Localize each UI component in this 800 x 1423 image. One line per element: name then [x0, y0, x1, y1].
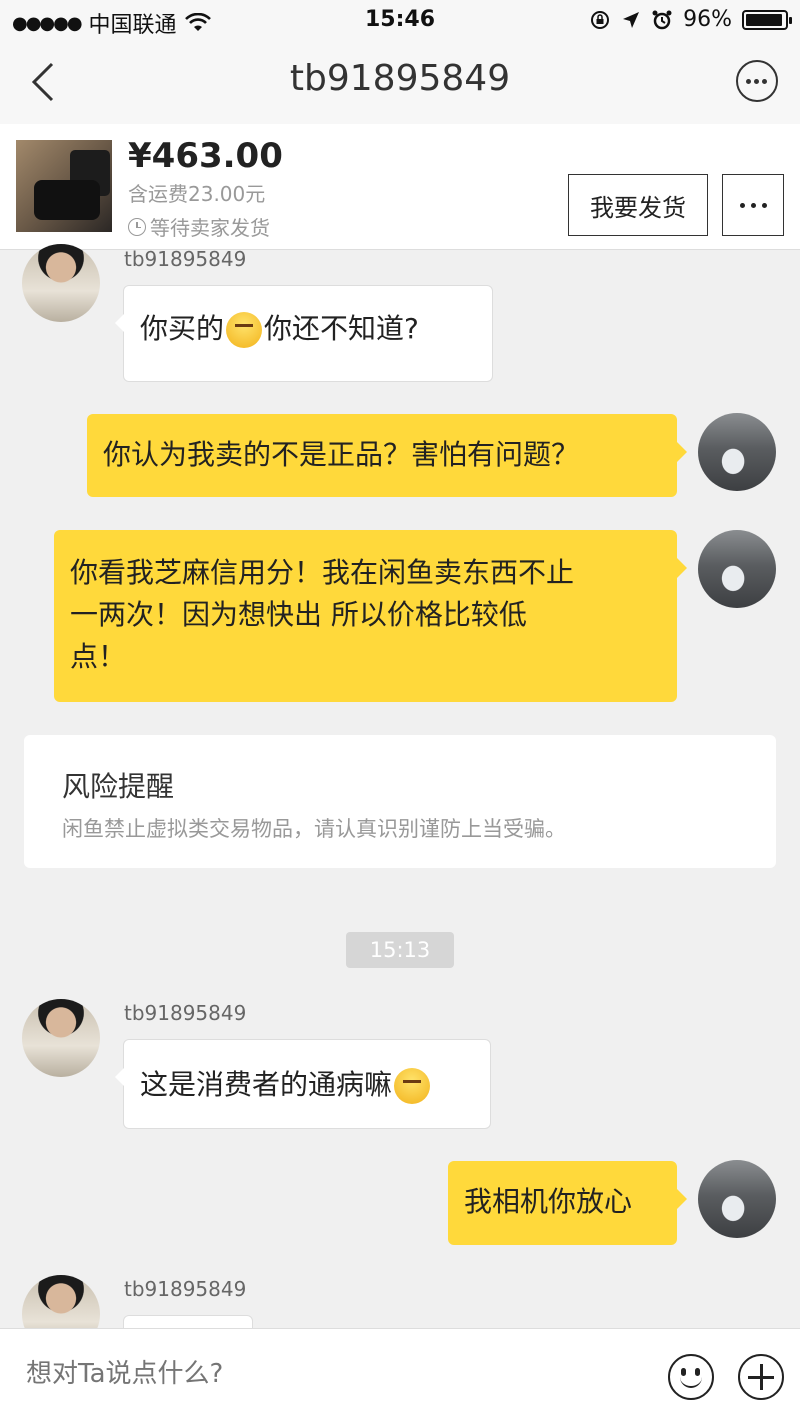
camera-lens [34, 180, 100, 220]
dot [761, 202, 767, 208]
avatar[interactable] [698, 1160, 776, 1238]
message-text: 你看我芝麻信用分！我在闲鱼卖东西不止 [70, 556, 575, 589]
price: ¥463.00 [128, 136, 283, 176]
product-thumbnail[interactable] [16, 140, 112, 232]
ship-button[interactable]: 我要发货 [568, 174, 708, 236]
dot [754, 79, 759, 84]
message-input-bar [0, 1328, 800, 1423]
message-text: 一两次！因为想快出 所以价格比较低 [70, 598, 527, 631]
dot [739, 202, 745, 208]
time-divider: 15:13 [346, 932, 454, 968]
battery-percent: 96% [683, 7, 732, 32]
message-bubble: 你买的 你还不知道? [115, 285, 493, 382]
grimacing-face-icon [394, 1068, 431, 1104]
status-bar: ●●●●● 中国联通 15:46 96% [0, 0, 800, 40]
message-bubble: 这是消费者的通病嘛 [115, 1039, 491, 1129]
message-bubble: 你看我芝麻信用分！我在闲鱼卖东西不止 一两次！因为想快出 所以价格比较低 点！ [54, 530, 687, 702]
clock-icon [128, 217, 146, 236]
risk-warning-card: 风险提醒 闲鱼禁止虚拟类交易物品，请认真识别谨防上当受骗。 [24, 735, 776, 868]
alarm-icon [652, 10, 672, 29]
more-circle-icon[interactable] [736, 60, 778, 102]
sender-name: tb91895849 [124, 1277, 247, 1301]
message-text: 你买的 [140, 312, 225, 345]
message-text: 你认为我卖的不是正品？害怕有问题？ [103, 438, 580, 471]
battery-icon [742, 9, 792, 30]
dot [750, 202, 756, 208]
sender-name: tb91895849 [124, 247, 247, 271]
rotation-lock-icon [591, 10, 610, 29]
nav-bar: tb91895849 [0, 40, 800, 124]
emoji-icon[interactable] [668, 1354, 714, 1400]
message-bubble: 你认为我卖的不是正品？害怕有问题？ [87, 414, 687, 497]
risk-title: 风险提醒 [62, 770, 175, 803]
avatar[interactable] [698, 530, 776, 608]
shipping-fee: 含运费23.00元 [128, 182, 266, 206]
avatar[interactable] [698, 413, 776, 491]
risk-text: 闲鱼禁止虚拟类交易物品，请认真识别谨防上当受骗。 [62, 817, 566, 841]
message-text: 你还不知道? [264, 312, 419, 345]
plus-icon[interactable] [738, 1354, 784, 1400]
order-status: 等待卖家发货 [128, 212, 270, 241]
sender-name: tb91895849 [124, 1001, 247, 1025]
location-arrow-icon [623, 11, 640, 28]
order-status-text: 等待卖家发货 [150, 216, 270, 240]
dot [762, 79, 767, 84]
more-options-button[interactable] [722, 174, 784, 236]
message-bubble: 我相机你放心 [448, 1161, 687, 1245]
unamused-face-icon [226, 312, 263, 348]
message-text: 这是消费者的通病嘛 [140, 1068, 393, 1101]
message-text: 我相机你放心 [464, 1185, 633, 1218]
chat-partner-title: tb91895849 [289, 58, 511, 99]
avatar[interactable] [22, 244, 100, 322]
message-input[interactable] [26, 1359, 626, 1389]
dot [746, 79, 751, 84]
order-summary: ¥463.00 含运费23.00元 等待卖家发货 我要发货 [0, 124, 800, 250]
avatar[interactable] [22, 999, 100, 1077]
message-text: 点！ [70, 640, 127, 673]
battery-level [746, 13, 783, 26]
